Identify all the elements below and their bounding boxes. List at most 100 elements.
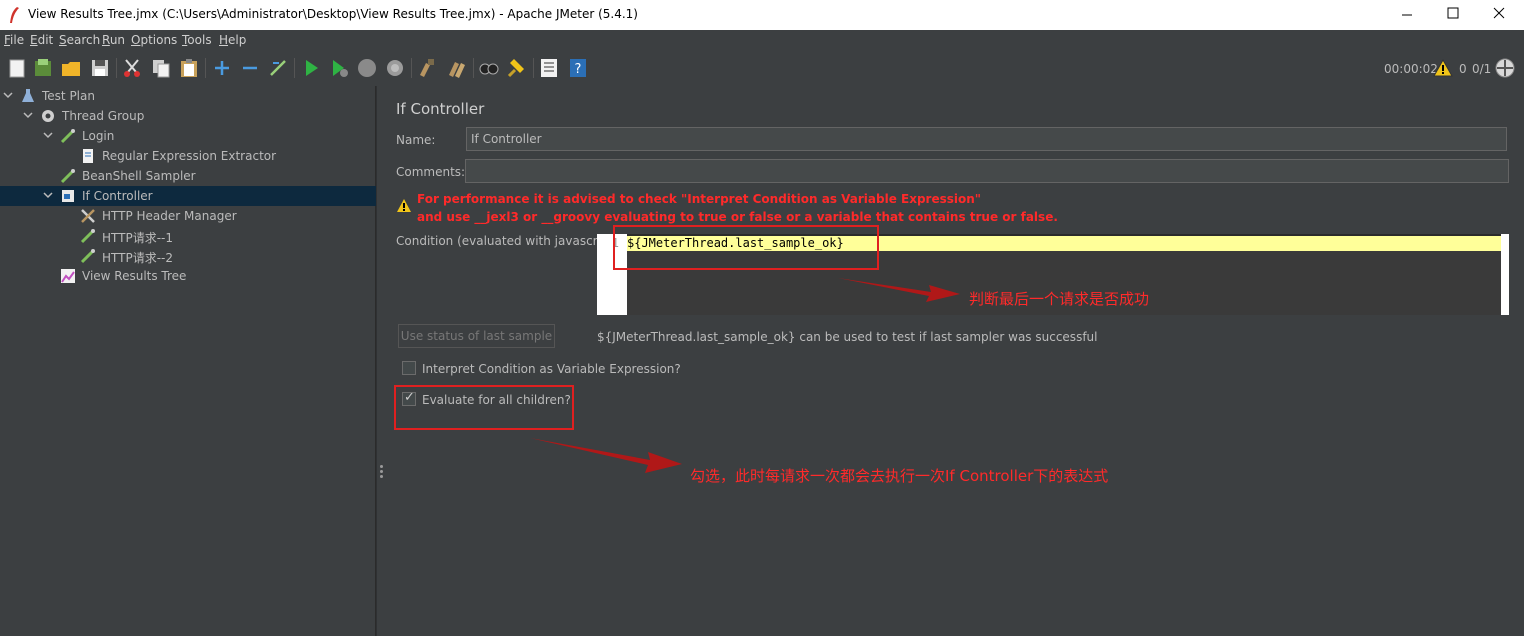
- menu-label: elp: [228, 33, 247, 47]
- toolbar-separator: [533, 58, 534, 78]
- condition-label: Condition (evaluated with javascript): [396, 234, 618, 248]
- menu-label: ile: [10, 33, 25, 47]
- menu-run[interactable]: Run: [102, 33, 125, 47]
- save-icon[interactable]: [89, 57, 111, 79]
- maximize-icon: [1447, 7, 1459, 19]
- comments-field[interactable]: [465, 159, 1509, 183]
- pipette-icon: [60, 169, 75, 184]
- toolbar-separator: [294, 58, 295, 78]
- tree-node-label: Test Plan: [42, 89, 95, 103]
- clear-all-icon[interactable]: [446, 57, 468, 79]
- menu-label: un: [109, 33, 126, 47]
- maximize-button[interactable]: [1430, 0, 1476, 30]
- start-icon[interactable]: [300, 57, 322, 79]
- tree-node-label: BeanShell Sampler: [82, 169, 196, 183]
- svg-text:?: ?: [575, 62, 582, 77]
- clear-icon[interactable]: [416, 57, 438, 79]
- paste-icon[interactable]: [178, 57, 200, 79]
- name-input[interactable]: [467, 128, 1506, 150]
- tree-node-http-request-1[interactable]: HTTP请求--1: [0, 226, 376, 246]
- reset-search-icon[interactable]: [506, 57, 528, 79]
- tools-icon: [81, 209, 95, 223]
- menu-file[interactable]: File: [4, 33, 24, 47]
- tree-node-beanshell-sampler[interactable]: BeanShell Sampler: [0, 166, 376, 186]
- divider-grip: [380, 465, 383, 468]
- editor-scrollbar[interactable]: [1501, 234, 1509, 315]
- start-no-pauses-icon[interactable]: [328, 57, 350, 79]
- warning-line-1: For performance it is advised to check "…: [417, 192, 982, 206]
- menu-edit[interactable]: Edit: [30, 33, 53, 47]
- warning-icon: [397, 199, 411, 212]
- tree-node-login[interactable]: Login: [0, 126, 376, 146]
- tree-node-view-results-tree[interactable]: View Results Tree: [0, 266, 376, 286]
- divider-grip: [380, 475, 383, 478]
- menu-mnemonic: E: [30, 33, 38, 47]
- toolbar-separator: [205, 58, 206, 78]
- name-label: Name:: [396, 133, 436, 147]
- toggle-icon[interactable]: [267, 57, 289, 79]
- minimize-icon: [1402, 14, 1412, 16]
- shutdown-icon[interactable]: [384, 57, 406, 79]
- document-icon: [83, 149, 93, 163]
- chevron-down-icon[interactable]: [42, 129, 54, 141]
- warning-icon[interactable]: [1433, 58, 1453, 78]
- menu-tools[interactable]: Tools: [182, 33, 212, 47]
- tree-node-http-header-manager[interactable]: HTTP Header Manager: [0, 206, 376, 226]
- menu-search[interactable]: Search: [59, 33, 100, 47]
- gear-icon: [42, 110, 54, 122]
- menu-bar: File Edit Search Run Options Tools Help: [0, 30, 1524, 52]
- chevron-down-icon[interactable]: [22, 109, 34, 121]
- pipette-icon: [80, 249, 95, 264]
- function-helper-icon[interactable]: [538, 57, 560, 79]
- minimize-button[interactable]: [1384, 0, 1430, 30]
- tree-node-regex-extractor[interactable]: Regular Expression Extractor: [0, 146, 376, 166]
- close-button[interactable]: [1476, 0, 1522, 30]
- close-icon: [1493, 7, 1505, 19]
- search-icon[interactable]: [478, 57, 500, 79]
- tree-node-label: Login: [82, 129, 115, 143]
- comments-input[interactable]: [466, 160, 1508, 182]
- title-bar: View Results Tree.jmx (C:\Users\Administ…: [0, 0, 1524, 30]
- templates-icon[interactable]: [32, 57, 54, 79]
- tree-node-test-plan[interactable]: Test Plan: [0, 86, 376, 106]
- menu-label: dit: [37, 33, 54, 47]
- annotation-arrow-1: [838, 278, 960, 302]
- tree-node-if-controller[interactable]: If Controller: [0, 186, 376, 206]
- annotation-box-condition: [613, 225, 879, 270]
- pipette-icon: [60, 129, 75, 144]
- copy-icon[interactable]: [150, 57, 172, 79]
- use-status-button[interactable]: Use status of last sample: [398, 324, 555, 348]
- chevron-down-icon[interactable]: [2, 89, 14, 101]
- stop-icon[interactable]: [356, 57, 378, 79]
- annotation-arrow-2: [530, 438, 682, 473]
- menu-mnemonic: H: [219, 33, 229, 47]
- new-icon[interactable]: [6, 57, 28, 79]
- window-title: View Results Tree.jmx (C:\Users\Administ…: [28, 7, 638, 21]
- warning-line-2: and use __jexl3 or __groovy evaluating t…: [417, 210, 1058, 224]
- annotation-note-2: 勾选，此时每请求一次都会去执行一次If Controller下的表达式: [690, 467, 1109, 485]
- menu-help[interactable]: Help: [219, 33, 246, 47]
- cut-icon[interactable]: [121, 57, 143, 79]
- split-pane-divider[interactable]: [376, 86, 386, 636]
- help-icon[interactable]: ?: [567, 57, 589, 79]
- remote-globe-icon[interactable]: [1494, 57, 1516, 79]
- test-plan-tree: Test Plan Thread Group Login Regular Exp…: [0, 86, 376, 636]
- pipette-icon: [80, 229, 95, 244]
- elapsed-timer: 00:00:02: [1384, 62, 1438, 76]
- tree-node-label: HTTP请求--2: [102, 251, 174, 265]
- tree-node-http-request-2[interactable]: HTTP请求--2: [0, 246, 376, 266]
- open-icon[interactable]: [60, 57, 82, 79]
- name-field[interactable]: [466, 127, 1507, 151]
- collapse-icon[interactable]: [239, 57, 261, 79]
- tree-node-thread-group[interactable]: Thread Group: [0, 106, 376, 126]
- annotation-box-evaluate: [394, 385, 574, 430]
- condition-hint: ${JMeterThread.last_sample_ok} can be us…: [597, 330, 1098, 344]
- menu-label: earch: [66, 33, 101, 47]
- tree-node-label: If Controller: [82, 189, 153, 203]
- comments-label: Comments:: [396, 165, 466, 179]
- chevron-down-icon[interactable]: [42, 189, 54, 201]
- toolbar-separator: [116, 58, 117, 78]
- expand-icon[interactable]: [211, 57, 233, 79]
- interpret-checkbox[interactable]: [402, 361, 416, 375]
- menu-options[interactable]: Options: [131, 33, 177, 47]
